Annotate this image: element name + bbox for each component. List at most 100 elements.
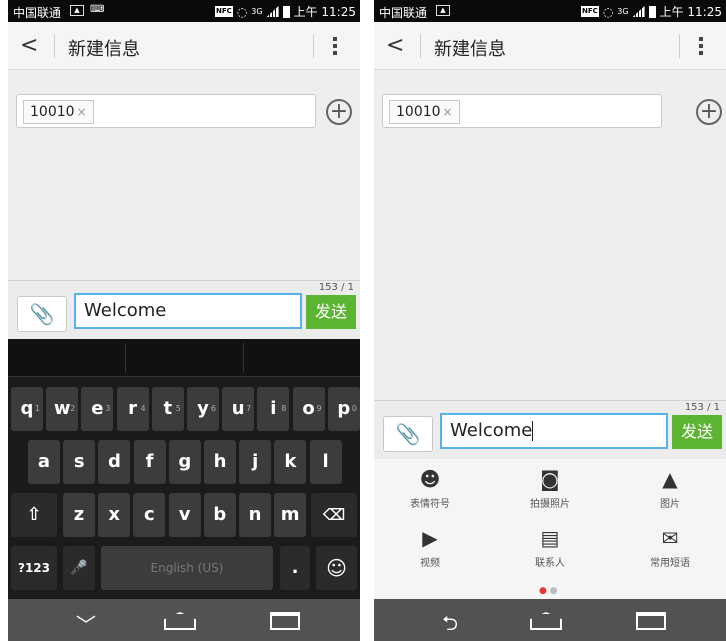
back-nav-icon[interactable]: ⮌ xyxy=(430,609,470,641)
video-button[interactable]: ▶ 视频 xyxy=(390,526,470,569)
sync-icon: ◌ xyxy=(236,4,248,19)
picture-button[interactable]: ▲ 图片 xyxy=(630,467,710,510)
key-f[interactable]: f xyxy=(133,440,166,484)
phrases-button[interactable]: ✉ 常用短语 xyxy=(630,526,710,569)
attach-paperclip-button[interactable]: 📎 xyxy=(17,296,67,332)
mic-key[interactable]: 🎤 xyxy=(63,546,95,590)
camera-button[interactable]: ◙ 拍摄照片 xyxy=(510,467,590,510)
recipient-chip[interactable]: 10010 × xyxy=(23,100,94,124)
keyboard-notification-icon: ⌨ xyxy=(90,4,105,15)
key-e[interactable]: e3 xyxy=(81,387,114,431)
home-icon[interactable] xyxy=(164,612,196,630)
key-k[interactable]: k xyxy=(274,440,307,484)
key-g[interactable]: g xyxy=(168,440,201,484)
home-icon[interactable] xyxy=(530,612,562,630)
key-j[interactable]: j xyxy=(239,440,272,484)
key-c[interactable]: c xyxy=(133,493,166,537)
overflow-menu-icon[interactable] xyxy=(328,34,342,58)
key-l-label: l xyxy=(322,451,329,472)
key-v[interactable]: v xyxy=(168,493,201,537)
key-r[interactable]: r4 xyxy=(116,387,149,431)
key-h[interactable]: h xyxy=(204,440,236,484)
emoji-key[interactable]: ☺ xyxy=(316,546,357,590)
divider xyxy=(313,34,314,58)
back-icon[interactable]: < xyxy=(386,34,408,58)
recipient-number: 10010 xyxy=(30,104,75,120)
key-n[interactable]: n xyxy=(239,493,271,537)
recent-apps-icon[interactable] xyxy=(270,612,300,630)
key-e-label: e xyxy=(91,398,104,419)
key-b[interactable]: b xyxy=(203,493,236,537)
key-o[interactable]: o9 xyxy=(292,387,325,431)
battery-icon xyxy=(282,5,290,18)
divider xyxy=(420,34,421,58)
key-y[interactable]: y6 xyxy=(187,387,219,431)
text-caret xyxy=(532,421,534,441)
recent-apps-icon[interactable] xyxy=(636,612,666,630)
key-z[interactable]: z xyxy=(63,493,95,537)
key-u-label: u xyxy=(231,398,245,419)
page-title: 新建信息 xyxy=(434,39,506,60)
key-i[interactable]: i8 xyxy=(257,387,290,431)
panel-item-label: 表情符号 xyxy=(410,499,450,510)
period-key[interactable]: . xyxy=(280,546,310,590)
remove-recipient-icon[interactable]: × xyxy=(443,105,453,119)
key-m-label: m xyxy=(280,504,300,525)
recipient-field[interactable]: 10010 × xyxy=(382,94,662,128)
remove-recipient-icon[interactable]: × xyxy=(77,105,87,119)
key-p[interactable]: p0 xyxy=(327,387,360,431)
key-k-label: k xyxy=(284,451,297,472)
suggestion-strip[interactable] xyxy=(8,339,360,377)
key-hint: 6 xyxy=(210,404,216,413)
recipient-field[interactable]: 10010 × xyxy=(16,94,316,128)
space-key[interactable]: English (US) xyxy=(101,546,273,590)
message-input[interactable]: Welcome xyxy=(74,293,302,329)
key-hint: 2 xyxy=(70,404,76,413)
character-counter: 153 / 1 xyxy=(318,282,354,293)
key-a[interactable]: a xyxy=(28,440,60,484)
key-q-label: q xyxy=(20,398,34,419)
network-type-label: 3G xyxy=(617,7,629,16)
navigation-bar: ﹀ xyxy=(8,599,360,641)
key-d[interactable]: d xyxy=(98,440,131,484)
hide-keyboard-icon[interactable]: ﹀ xyxy=(66,609,106,638)
key-hint: 1 xyxy=(34,404,40,413)
sync-icon: ◌ xyxy=(602,4,614,19)
clock: 上午 11:25 xyxy=(293,5,356,19)
panel-item-label: 常用短语 xyxy=(650,558,690,569)
action-bar: < 新建信息 xyxy=(374,22,726,70)
key-x[interactable]: x xyxy=(98,493,131,537)
divider xyxy=(54,34,55,58)
send-button[interactable]: 发送 xyxy=(306,295,356,329)
overflow-menu-icon[interactable] xyxy=(694,34,708,58)
page-indicator: ● ● xyxy=(539,586,558,596)
attach-paperclip-button[interactable]: 📎 xyxy=(383,416,433,452)
gallery-notification-icon: ▲ xyxy=(436,5,450,16)
add-recipient-button[interactable]: + xyxy=(326,99,352,125)
panel-item-label: 视频 xyxy=(420,558,440,569)
navigation-bar: ⮌ xyxy=(374,599,726,641)
key-d-label: d xyxy=(107,451,121,472)
key-t[interactable]: t5 xyxy=(151,387,184,431)
symbols-key[interactable]: ?123 xyxy=(11,546,57,590)
contact-card-button[interactable]: ▤ 联系人 xyxy=(510,526,590,569)
key-w[interactable]: w2 xyxy=(46,387,79,431)
key-q[interactable]: q1 xyxy=(11,387,43,431)
video-icon: ▶ xyxy=(422,526,438,550)
key-m[interactable]: m xyxy=(274,493,307,537)
panel-item-label: 图片 xyxy=(660,499,680,510)
key-u[interactable]: u7 xyxy=(222,387,255,431)
key-s[interactable]: s xyxy=(63,440,96,484)
key-j-label: j xyxy=(252,451,259,472)
key-hint: 9 xyxy=(316,404,322,413)
panel-item-label: 联系人 xyxy=(535,558,565,569)
back-icon[interactable]: < xyxy=(20,34,42,58)
shift-key[interactable]: ⇧ xyxy=(11,493,57,537)
message-input[interactable]: Welcome xyxy=(440,413,668,449)
recipient-chip[interactable]: 10010 × xyxy=(389,100,460,124)
delete-key[interactable]: ⌫ xyxy=(311,493,357,537)
add-recipient-button[interactable]: + xyxy=(696,99,722,125)
key-l[interactable]: l xyxy=(309,440,342,484)
send-button[interactable]: 发送 xyxy=(672,415,722,449)
smiley-button[interactable]: ☻ 表情符号 xyxy=(390,467,470,510)
